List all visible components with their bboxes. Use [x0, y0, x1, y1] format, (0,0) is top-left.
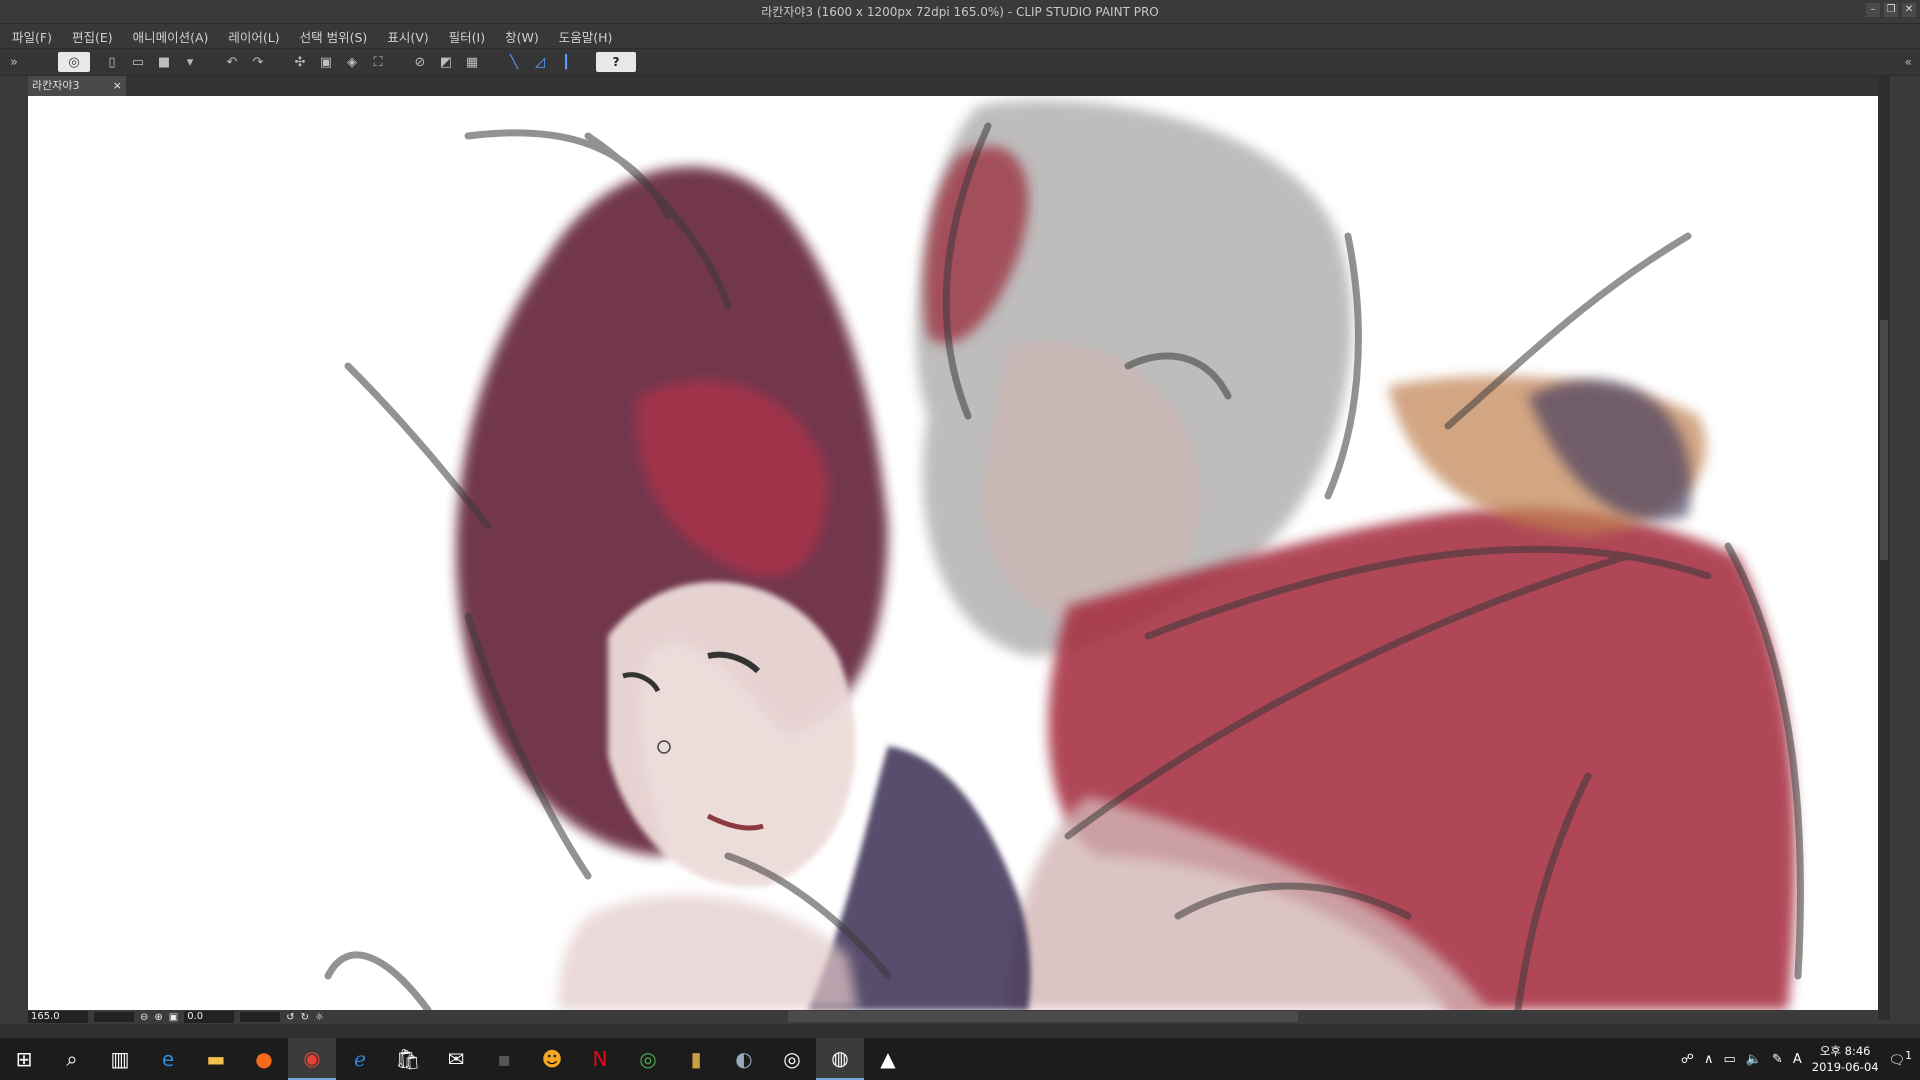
collapse-left-icon[interactable]: » — [4, 52, 24, 72]
artwork — [324, 100, 1804, 1010]
notification-icon[interactable]: 🗨1 — [1889, 1049, 1912, 1068]
save-icon[interactable]: ■ — [154, 52, 174, 72]
close-tab-icon[interactable]: × — [113, 76, 122, 96]
window-title: 라칸자야3 (1600 x 1200px 72dpi 165.0%) - CLI… — [761, 5, 1159, 19]
notification-count: 1 — [1905, 1049, 1912, 1063]
system-tray: ☍ ∧ ▭ 🔈 ✎ A 오후 8:46 2019-06-04 🗨1 — [1681, 1038, 1920, 1080]
document-tab[interactable]: 라칸자야3 × — [28, 76, 126, 96]
command-bar: » ◎ ▯ ▭ ■ ▾ ↶ ↷ ✣ ▣ ◈ ⛶ ⊘ ◩ ▦ ╲ ◿ ┃ ? « — [0, 48, 1920, 76]
start-icon[interactable]: ⊞ — [0, 1038, 48, 1080]
window-titlebar: 라칸자야3 (1600 x 1200px 72dpi 165.0%) - CLI… — [0, 0, 1920, 24]
menu-animation[interactable]: 애니메이션(A) — [133, 27, 209, 46]
snap-grid-icon[interactable]: ┃ — [556, 52, 576, 72]
netflix-icon[interactable]: N — [576, 1038, 624, 1080]
tray-overflow-icon[interactable]: ∧ — [1704, 1052, 1714, 1067]
dropdown-icon[interactable]: ▾ — [180, 52, 200, 72]
rotate-left-icon[interactable]: ↺ — [286, 1012, 294, 1023]
volume-icon[interactable]: 🔈 — [1746, 1052, 1762, 1067]
csp-icon[interactable]: ◎ — [768, 1038, 816, 1080]
document-tab-label: 라칸자야3 — [32, 79, 80, 92]
fit-icon[interactable]: ▣ — [169, 1012, 178, 1023]
close-button[interactable]: ✕ — [1902, 3, 1916, 17]
rotate-right-icon[interactable]: ↻ — [301, 1012, 309, 1023]
menu-file[interactable]: 파일(F) — [12, 27, 52, 46]
minimize-button[interactable]: – — [1866, 3, 1880, 17]
document-tab-bar: 라칸자야3 × — [28, 76, 1878, 96]
zoom-slider[interactable] — [94, 1012, 134, 1022]
invert-selection-icon[interactable]: ◩ — [436, 52, 456, 72]
menu-layer[interactable]: 레이어(L) — [228, 27, 279, 46]
pen-icon[interactable]: ✎ — [1772, 1052, 1783, 1067]
zoom-in-icon[interactable]: ⊕ — [154, 1012, 162, 1023]
deselect-icon[interactable]: ⊘ — [410, 52, 430, 72]
drawing-canvas[interactable] — [28, 96, 1878, 1010]
origin-icon[interactable]: ● — [240, 1038, 288, 1080]
menu-selection[interactable]: 선택 범위(S) — [300, 27, 368, 46]
chrome-icon[interactable]: ◉ — [288, 1038, 336, 1080]
network-icon[interactable]: ▭ — [1723, 1052, 1735, 1067]
menu-bar: 파일(F) 편집(E) 애니메이션(A) 레이어(L) 선택 범위(S) 표시(… — [0, 24, 1920, 48]
clock-time: 오후 8:46 — [1819, 1044, 1871, 1058]
clip-studio-logo-icon[interactable]: ◎ — [58, 52, 90, 72]
app-icon[interactable]: ▪ — [480, 1038, 528, 1080]
zoom-out-icon[interactable]: ⊖ — [140, 1012, 148, 1023]
people-icon[interactable]: ☍ — [1681, 1052, 1694, 1067]
redo-icon[interactable]: ↷ — [248, 52, 268, 72]
clock[interactable]: 오후 8:46 2019-06-04 — [1812, 1043, 1879, 1075]
rotation-field[interactable]: 0.0 — [184, 1011, 235, 1023]
horizontal-scroll-thumb[interactable] — [788, 1011, 1298, 1022]
fill-icon[interactable]: ◈ — [342, 52, 362, 72]
ie-icon[interactable]: ℯ — [336, 1038, 384, 1080]
clock-date: 2019-06-04 — [1811, 1060, 1879, 1074]
task-view-icon[interactable]: ▥ — [96, 1038, 144, 1080]
menu-filter[interactable]: 필터(I) — [449, 27, 485, 46]
menu-view[interactable]: 표시(V) — [387, 27, 428, 46]
menu-window[interactable]: 창(W) — [505, 27, 539, 46]
window-controls: – ❐ ✕ — [1866, 3, 1916, 17]
store-icon[interactable]: 🛍 — [384, 1038, 432, 1080]
csp-active-icon[interactable]: ◍ — [816, 1038, 864, 1080]
help-button[interactable]: ? — [596, 52, 636, 72]
ime-indicator[interactable]: A — [1793, 1052, 1802, 1067]
edge-icon[interactable]: e — [144, 1038, 192, 1080]
files-icon[interactable]: ▮ — [672, 1038, 720, 1080]
transform-icon[interactable]: ⛶ — [368, 52, 388, 72]
steam-icon[interactable]: ◐ — [720, 1038, 768, 1080]
photos-icon[interactable]: ▲ — [864, 1038, 912, 1080]
vertical-scroll-thumb[interactable] — [1880, 320, 1888, 560]
snap-special-ruler-icon[interactable]: ◿ — [530, 52, 550, 72]
mail-icon[interactable]: ✉ — [432, 1038, 480, 1080]
snap-ruler-icon[interactable]: ╲ — [504, 52, 524, 72]
show-selection-icon[interactable]: ▦ — [462, 52, 482, 72]
collapse-right-icon[interactable]: « — [1905, 55, 1912, 69]
kakao-icon[interactable]: ☻ — [528, 1038, 576, 1080]
zoom-field[interactable]: 165.0 — [28, 1011, 88, 1023]
menu-help[interactable]: 도움말(H) — [559, 27, 613, 46]
rotation-slider[interactable] — [240, 1012, 281, 1022]
left-dock — [0, 76, 28, 1034]
clear-outside-icon[interactable]: ▣ — [316, 52, 336, 72]
menu-edit[interactable]: 편집(E) — [72, 27, 113, 46]
search-icon[interactable]: ⌕ — [48, 1038, 96, 1080]
clear-icon[interactable]: ✣ — [290, 52, 310, 72]
maximize-button[interactable]: ❐ — [1884, 3, 1898, 17]
bottom-dock — [0, 1024, 1920, 1038]
xbox-icon[interactable]: ◎ — [624, 1038, 672, 1080]
open-file-icon[interactable]: ▭ — [128, 52, 148, 72]
undo-icon[interactable]: ↶ — [222, 52, 242, 72]
windows-taskbar: ⊞ ⌕ ▥ e ▬ ● ◉ ℯ 🛍 ✉ ▪ ☻ N ◎ ▮ ◐ ◎ ◍ ▲ ☍ … — [0, 1038, 1920, 1080]
new-file-icon[interactable]: ▯ — [102, 52, 122, 72]
explorer-icon[interactable]: ▬ — [192, 1038, 240, 1080]
reset-rotation-icon[interactable]: ☼ — [315, 1012, 324, 1023]
